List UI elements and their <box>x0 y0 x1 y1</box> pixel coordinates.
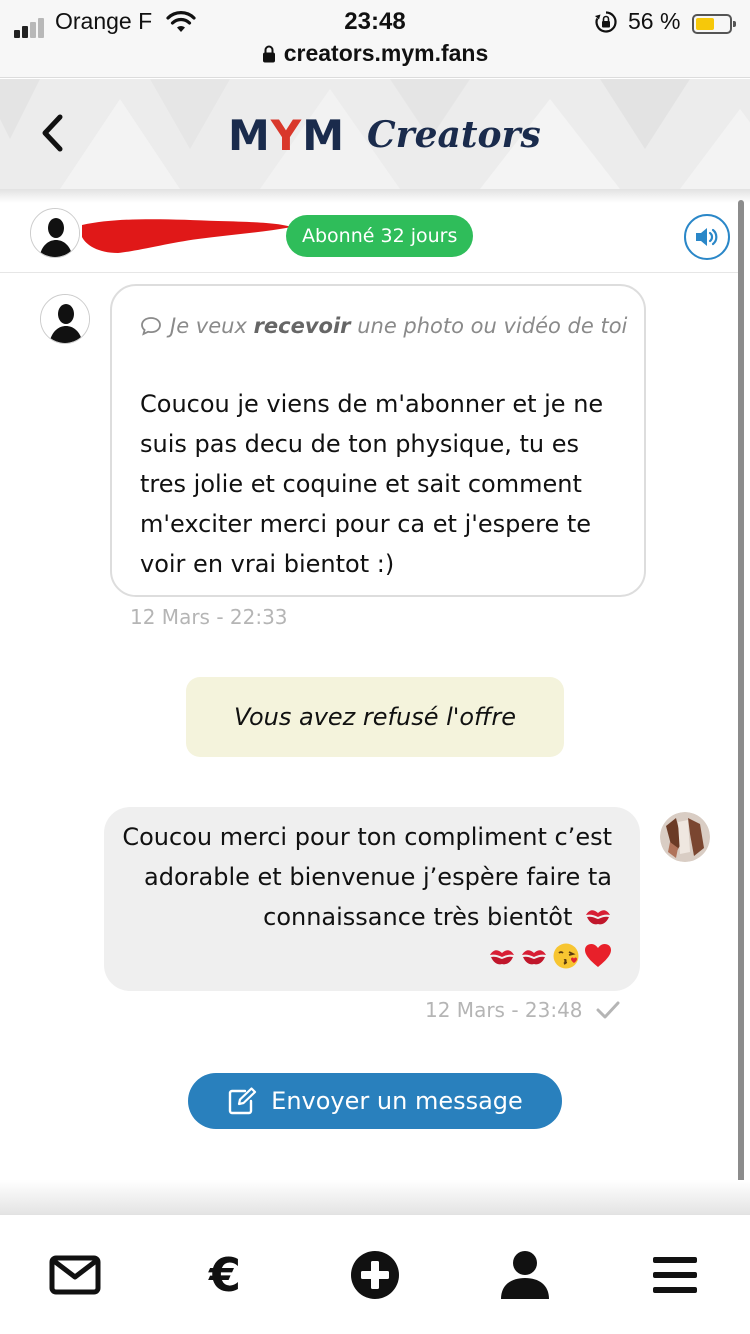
outgoing-message-text: Coucou merci pour ton compliment c’est a… <box>122 823 612 931</box>
incoming-message-bubble: Je veux recevoir une photo ou vidéo de t… <box>110 284 646 597</box>
creator-avatar[interactable] <box>660 812 710 862</box>
checkmark-icon <box>596 1000 620 1024</box>
nav-create-button[interactable] <box>345 1245 405 1305</box>
conversation-header: Abonné 32 jours <box>0 203 740 273</box>
logo-brand: MYM <box>228 110 346 160</box>
status-bar: Orange F 23:48 56 % creators.mym.fans <box>0 0 750 78</box>
redacted-username <box>82 219 292 253</box>
back-button[interactable] <box>30 109 74 157</box>
nav-shadow <box>0 1180 750 1214</box>
page-scrollbar[interactable] <box>738 200 744 1252</box>
chat-bubble-icon <box>140 309 162 349</box>
sender-avatar[interactable] <box>40 294 90 344</box>
euro-icon: € <box>208 1248 241 1302</box>
media-request-line: Je veux recevoir une photo ou vidéo de t… <box>140 306 630 349</box>
logo-sub: Creators <box>367 114 541 156</box>
subscription-badge: Abonné 32 jours <box>286 215 474 257</box>
envelope-icon <box>49 1255 101 1295</box>
kiss-mark-emoji <box>488 942 516 970</box>
offer-refused-notice: Vous avez refusé l'offre <box>186 677 564 757</box>
outgoing-message-content: Coucou merci pour ton compliment c’est a… <box>122 817 612 977</box>
send-message-button[interactable]: Envoyer un message <box>188 1073 562 1129</box>
orientation-lock-icon <box>594 10 618 38</box>
face-blowing-kiss-emoji <box>552 942 580 970</box>
outgoing-timestamp: 12 Mars - 23:48 <box>425 998 583 1022</box>
outgoing-message-bubble: Coucou merci pour ton compliment c’est a… <box>104 807 640 991</box>
edit-icon <box>227 1087 257 1115</box>
battery-icon <box>692 14 736 34</box>
user-silhouette-icon <box>41 295 89 343</box>
app-header: MYM Creators <box>0 79 750 189</box>
header-shadow <box>0 189 750 203</box>
nav-menu-button[interactable] <box>645 1245 705 1305</box>
send-message-label: Envoyer un message <box>271 1087 523 1115</box>
padlock-icon <box>262 42 276 69</box>
nav-profile-button[interactable] <box>495 1245 555 1305</box>
bottom-navigation: € <box>0 1214 750 1334</box>
mym-creators-logo[interactable]: MYM Creators <box>228 105 541 165</box>
plus-circle-icon <box>351 1251 399 1299</box>
speaker-icon <box>696 228 718 246</box>
request-suffix: une photo ou vidéo de toi <box>350 314 628 338</box>
sound-toggle-button[interactable] <box>684 214 730 260</box>
request-verb: recevoir <box>253 314 351 338</box>
nav-earnings-button[interactable]: € <box>195 1245 255 1305</box>
creator-photo <box>660 812 710 862</box>
red-heart-emoji <box>584 942 612 970</box>
subscriber-avatar[interactable] <box>30 208 80 258</box>
nav-messages-button[interactable] <box>45 1245 105 1305</box>
user-icon <box>501 1251 549 1299</box>
incoming-timestamp: 12 Mars - 22:33 <box>130 605 288 629</box>
user-silhouette-icon <box>31 209 79 257</box>
chevron-left-icon <box>42 114 63 152</box>
incoming-message-text: Coucou je viens de m'abonner et je ne su… <box>140 390 604 578</box>
battery-percent: 56 % <box>628 8 681 34</box>
url-text: creators.mym.fans <box>283 40 489 66</box>
kiss-mark-emoji <box>520 942 548 970</box>
address-bar[interactable]: creators.mym.fans <box>0 40 750 69</box>
request-prefix: Je veux <box>170 314 254 338</box>
menu-icon <box>653 1257 697 1293</box>
kiss-mark-emoji <box>584 902 612 930</box>
